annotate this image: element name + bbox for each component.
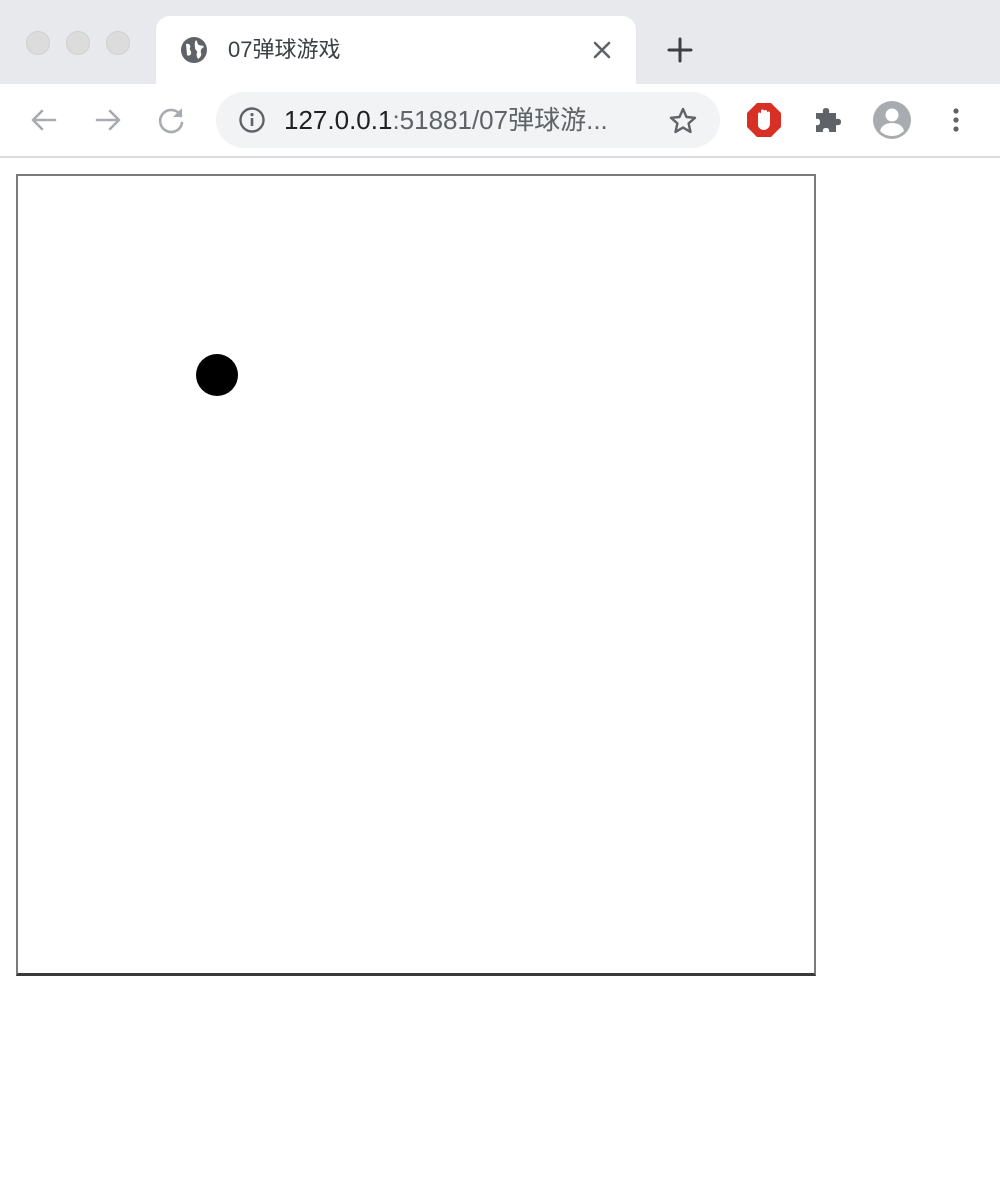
globe-icon	[180, 36, 208, 64]
adblock-stop-hand-icon[interactable]	[746, 102, 782, 138]
browser-window: 07弹球游戏 127.0.0.1:51881/07弹球游...	[0, 0, 1000, 1184]
window-zoom-dot[interactable]	[106, 31, 130, 55]
profile-avatar-icon[interactable]	[872, 100, 912, 140]
ball	[196, 354, 238, 396]
plus-icon[interactable]	[664, 34, 696, 66]
url-host: 127.0.0.1	[284, 105, 393, 135]
window-close-dot[interactable]	[26, 31, 50, 55]
game-canvas[interactable]	[16, 174, 816, 976]
window-minimize-dot[interactable]	[66, 31, 90, 55]
browser-toolbar: 127.0.0.1:51881/07弹球游...	[0, 84, 1000, 158]
info-icon[interactable]	[238, 106, 266, 134]
kebab-menu-icon[interactable]	[944, 104, 968, 136]
forward-arrow-icon[interactable]	[92, 104, 124, 136]
star-icon[interactable]	[668, 106, 698, 136]
page-viewport	[0, 158, 1000, 1184]
tab-title: 07弹球游戏	[228, 37, 341, 62]
back-arrow-icon[interactable]	[28, 104, 60, 136]
url-text[interactable]: 127.0.0.1:51881/07弹球游...	[284, 105, 636, 135]
reload-icon[interactable]	[156, 104, 188, 136]
address-bar[interactable]: 127.0.0.1:51881/07弹球游...	[216, 92, 720, 148]
puzzle-icon[interactable]	[812, 104, 844, 136]
tab-active[interactable]: 07弹球游戏	[156, 16, 636, 84]
url-path: :51881/07弹球游...	[392, 105, 608, 135]
close-icon[interactable]	[590, 38, 614, 62]
tab-strip: 07弹球游戏	[0, 0, 1000, 84]
